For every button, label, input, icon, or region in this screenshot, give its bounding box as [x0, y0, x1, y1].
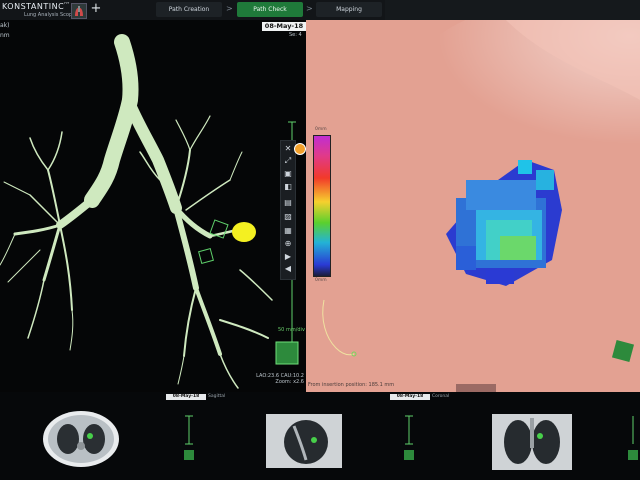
brand-subtitle: Lung Analysis Scope: [24, 12, 76, 18]
date-chip: 08-May-18: [166, 394, 206, 400]
zoom-readout: Zoom: x2.6: [275, 379, 304, 385]
slice-slider[interactable]: [628, 414, 638, 464]
chevron-right-icon: >: [306, 4, 313, 13]
close-icon[interactable]: ✕: [282, 143, 294, 155]
slice-slider[interactable]: [184, 414, 194, 464]
insertion-distance: From insertion position: 185.1 mm: [308, 382, 395, 388]
scale-label: 50 mm/div: [278, 327, 305, 333]
back-icon[interactable]: ◀: [282, 263, 294, 275]
record-icon[interactable]: ◧: [282, 181, 294, 193]
date-badge: 08-May-18: [262, 22, 306, 31]
record-indicator-icon[interactable]: [294, 143, 306, 155]
series-label: Se: 4: [289, 32, 302, 38]
slice-slider[interactable]: [404, 414, 414, 464]
airway-lumen-render: [306, 20, 640, 392]
camera-icon[interactable]: ▣: [282, 168, 294, 180]
colorbar-top-label: 0mm: [315, 127, 327, 132]
left-panel-unit-label: nm: [0, 32, 10, 39]
tab-path-check[interactable]: Path Check: [237, 2, 303, 17]
lesion-marker: [232, 222, 256, 242]
tab-path-creation[interactable]: Path Creation: [156, 2, 222, 17]
tab-mapping[interactable]: Mapping: [316, 2, 382, 17]
zoom-icon[interactable]: ⊕: [282, 238, 294, 250]
orientation-cube[interactable]: [275, 341, 299, 365]
image-icon[interactable]: ▤: [282, 197, 294, 209]
depth-colorbar: [313, 135, 331, 277]
sagittal-ct-thumbnail[interactable]: [266, 414, 342, 468]
date-chip: 08-May-18: [390, 394, 430, 400]
play-icon[interactable]: ▶: [282, 251, 294, 263]
view-toolbar: ✕ ⤢ ▣ ◧ ▤ ▨ ▦ ⊕ ▶ ◀: [280, 140, 296, 280]
brand-logo: KONSTANTINCᴴᵀ: [2, 2, 70, 11]
top-right-strip: [385, 0, 640, 20]
orientation-readout: LAO:23.6 CAU:10.2 Zoom: x2.6: [238, 373, 304, 385]
colorbar-bottom-label: 0mm: [315, 278, 327, 283]
left-panel-label: ak): [0, 22, 10, 29]
thumbnail-bar: 08-May-18 Sagittal 08-May-18 Coronal: [0, 392, 640, 480]
view-label-coronal: Coronal: [432, 394, 450, 399]
lung-app-icon[interactable]: [71, 3, 87, 19]
view-label-sagittal: Sagittal: [208, 394, 226, 399]
chevron-right-icon: >: [226, 4, 233, 13]
virtual-endoscopy-view[interactable]: [306, 20, 640, 392]
airway-tree-render: [0, 34, 299, 389]
settings-icon[interactable]: ▨: [282, 211, 294, 223]
image-icon[interactable]: ▦: [282, 225, 294, 237]
airway-3d-view[interactable]: [0, 20, 306, 392]
expand-icon[interactable]: ⤢: [282, 155, 294, 167]
axial-ct-thumbnail[interactable]: [40, 406, 122, 468]
add-button[interactable]: +: [89, 2, 103, 16]
coronal-ct-thumbnail[interactable]: [492, 414, 572, 470]
